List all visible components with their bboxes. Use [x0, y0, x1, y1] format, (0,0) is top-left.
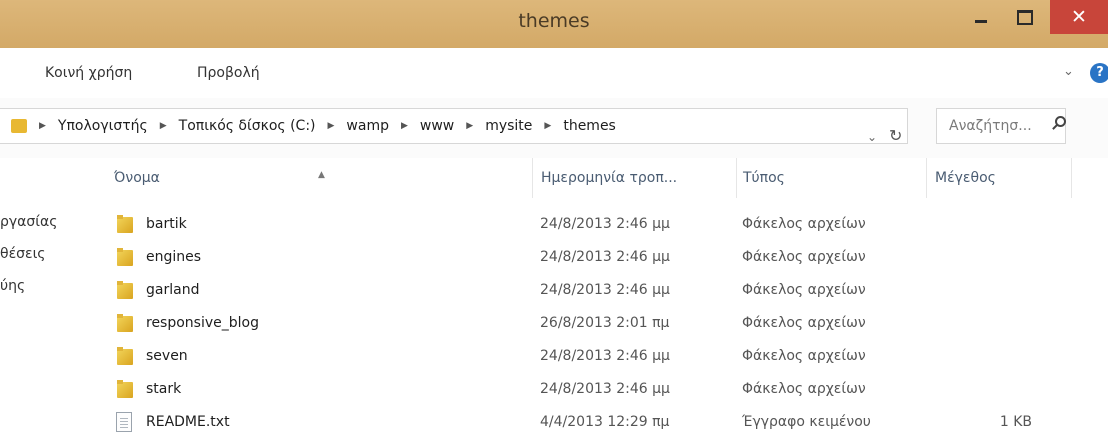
column-header-name[interactable]: ▲ Όνομα	[92, 158, 532, 198]
ribbon: Κοινή χρήση Προβολή ⌄ ?	[0, 48, 1108, 98]
search-icon[interactable]	[1055, 116, 1066, 127]
folder-icon	[116, 379, 134, 399]
file-name: bartik	[146, 216, 187, 232]
file-type: Φάκελος αρχείων	[742, 315, 866, 331]
file-date: 4/4/2013 12:29 πμ	[540, 414, 670, 430]
file-name: engines	[146, 249, 202, 265]
minimize-button[interactable]	[960, 0, 1002, 34]
file-name: responsive_blog	[146, 315, 259, 331]
table-row[interactable]: stark 24/8/2013 2:46 μμ Φάκελος αρχείων	[92, 377, 1082, 404]
file-date: 24/8/2013 2:46 μμ	[540, 381, 670, 397]
file-type: Φάκελος αρχείων	[742, 348, 866, 364]
folder-icon	[116, 346, 134, 366]
window-title: themes	[518, 10, 590, 32]
file-date: 24/8/2013 2:46 μμ	[540, 216, 670, 232]
breadcrumb-wamp[interactable]: ▶ wamp	[316, 118, 389, 134]
sort-ascending-icon: ▲	[318, 170, 325, 180]
column-header-date[interactable]: Ημερομηνία τροπ...	[532, 158, 736, 198]
tab-share[interactable]: Κοινή χρήση	[45, 65, 132, 81]
breadcrumb-www[interactable]: ▶ www	[389, 118, 454, 134]
maximize-button[interactable]	[1005, 0, 1045, 34]
close-button[interactable]: ✕	[1050, 0, 1108, 34]
column-header-type[interactable]: Τύπος	[736, 158, 926, 198]
address-dropdown-icon[interactable]: ⌄	[867, 130, 877, 144]
breadcrumb-computer[interactable]: ▶ Υπολογιστής	[27, 118, 148, 134]
navigation-pane: ργασίας θέσεις ύης	[0, 158, 90, 448]
file-type: Φάκελος αρχείων	[742, 282, 866, 298]
address-row: ▶ Υπολογιστής ▶ Τοπικός δίσκος (C:) ▶ wa…	[0, 98, 1108, 158]
nav-item-places[interactable]: θέσεις	[0, 246, 46, 262]
search-input[interactable]: Αναζήτησ...	[936, 108, 1066, 144]
text-file-icon	[116, 412, 132, 432]
breadcrumb-local-disk[interactable]: ▶ Τοπικός δίσκος (C:)	[148, 118, 316, 134]
breadcrumb-separator-icon[interactable]: ▶	[160, 121, 167, 131]
tab-view[interactable]: Προβολή	[197, 65, 260, 81]
folder-icon	[116, 313, 134, 333]
nav-item-desktop[interactable]: ργασίας	[0, 214, 57, 230]
breadcrumb-separator-icon[interactable]: ▶	[401, 121, 408, 131]
table-row[interactable]: bartik 24/8/2013 2:46 μμ Φάκελος αρχείων	[92, 212, 1082, 239]
column-header-size[interactable]: Μέγεθος	[926, 158, 1072, 198]
file-name: stark	[146, 381, 182, 397]
folder-icon	[116, 214, 134, 234]
help-icon[interactable]: ?	[1090, 63, 1108, 83]
breadcrumb-separator-icon[interactable]: ▶	[544, 121, 551, 131]
file-type: Έγγραφο κειμένου	[742, 414, 871, 430]
search-placeholder: Αναζήτησ...	[949, 118, 1032, 134]
title-bar[interactable]: themes ✕	[0, 0, 1108, 48]
breadcrumb-separator-icon[interactable]: ▶	[328, 121, 335, 131]
file-type: Φάκελος αρχείων	[742, 249, 866, 265]
file-name: garland	[146, 282, 200, 298]
file-name: seven	[146, 348, 188, 364]
table-row[interactable]: README.txt 4/4/2013 12:29 πμ Έγγραφο κει…	[92, 410, 1082, 437]
address-bar[interactable]: ▶ Υπολογιστής ▶ Τοπικός δίσκος (C:) ▶ wa…	[0, 108, 908, 145]
breadcrumb-separator-icon[interactable]: ▶	[39, 121, 46, 131]
file-date: 24/8/2013 2:46 μμ	[540, 282, 670, 298]
file-name: README.txt	[146, 414, 230, 430]
refresh-icon[interactable]: ↻	[889, 126, 902, 145]
file-date: 26/8/2013 2:01 πμ	[540, 315, 670, 331]
table-row[interactable]: seven 24/8/2013 2:46 μμ Φάκελος αρχείων	[92, 344, 1082, 371]
nav-item-downloads[interactable]: ύης	[0, 278, 25, 294]
folder-icon	[116, 280, 134, 300]
file-size: 1 KB	[999, 414, 1032, 430]
table-row[interactable]: engines 24/8/2013 2:46 μμ Φάκελος αρχείω…	[92, 245, 1082, 272]
file-type: Φάκελος αρχείων	[742, 381, 866, 397]
table-row[interactable]: garland 24/8/2013 2:46 μμ Φάκελος αρχείω…	[92, 278, 1082, 305]
folder-icon	[11, 119, 27, 133]
ribbon-expand-icon[interactable]: ⌄	[1063, 64, 1074, 79]
file-type: Φάκελος αρχείων	[742, 216, 866, 232]
folder-icon	[116, 247, 134, 267]
breadcrumb-themes[interactable]: ▶ themes	[532, 118, 615, 134]
breadcrumb-mysite[interactable]: ▶ mysite	[454, 118, 532, 134]
breadcrumb-separator-icon[interactable]: ▶	[466, 121, 473, 131]
file-date: 24/8/2013 2:46 μμ	[540, 348, 670, 364]
table-row[interactable]: responsive_blog 26/8/2013 2:01 πμ Φάκελο…	[92, 311, 1082, 338]
file-date: 24/8/2013 2:46 μμ	[540, 249, 670, 265]
